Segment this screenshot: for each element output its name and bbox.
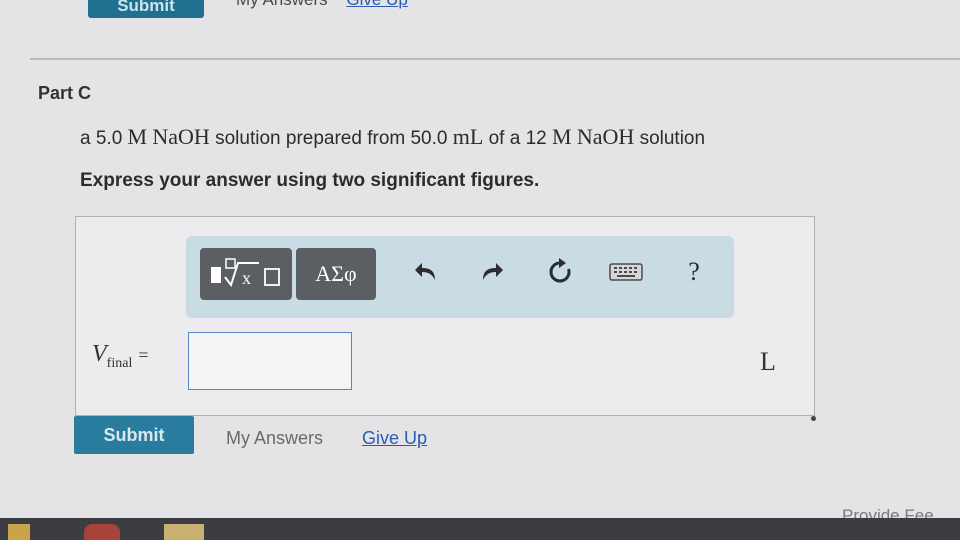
question-text: a 5.0 M NaOH solution prepared from 50.0… xyxy=(80,124,706,149)
previous-give-up-link[interactable]: Give Up xyxy=(346,0,407,9)
previous-submit-button[interactable]: Submit xyxy=(88,0,204,18)
svg-text:x: x xyxy=(242,268,251,288)
previous-my-answers-link[interactable]: My Answers xyxy=(236,0,328,9)
start-icon[interactable] xyxy=(8,524,30,540)
answer-input[interactable] xyxy=(188,332,352,390)
resize-handle[interactable] xyxy=(811,416,816,421)
undo-icon[interactable] xyxy=(404,250,448,294)
templates-icon: x xyxy=(211,258,280,288)
help-icon[interactable]: ? xyxy=(672,250,716,294)
redo-icon[interactable] xyxy=(470,250,514,294)
symbols-button[interactable]: ΑΣφ xyxy=(296,248,376,300)
taskbar xyxy=(0,518,960,540)
give-up-link[interactable]: Give Up xyxy=(362,428,427,449)
unit-label: L xyxy=(760,347,776,376)
section-divider xyxy=(30,58,960,60)
variable-label: Vfinal = xyxy=(92,341,149,371)
math-toolbar: x ΑΣφ ? xyxy=(186,236,734,318)
submit-button[interactable]: Submit xyxy=(74,416,194,454)
templates-button[interactable]: x xyxy=(200,248,292,300)
folder-icon[interactable] xyxy=(164,524,204,540)
keyboard-icon[interactable] xyxy=(604,250,648,294)
my-answers-link[interactable]: My Answers xyxy=(226,428,323,449)
previous-links: My Answers Give Up xyxy=(236,0,408,10)
reset-icon[interactable] xyxy=(538,250,582,294)
chrome-icon[interactable] xyxy=(84,524,120,540)
instruction-text: Express your answer using two significan… xyxy=(80,170,540,191)
part-title: Part C xyxy=(38,83,92,103)
